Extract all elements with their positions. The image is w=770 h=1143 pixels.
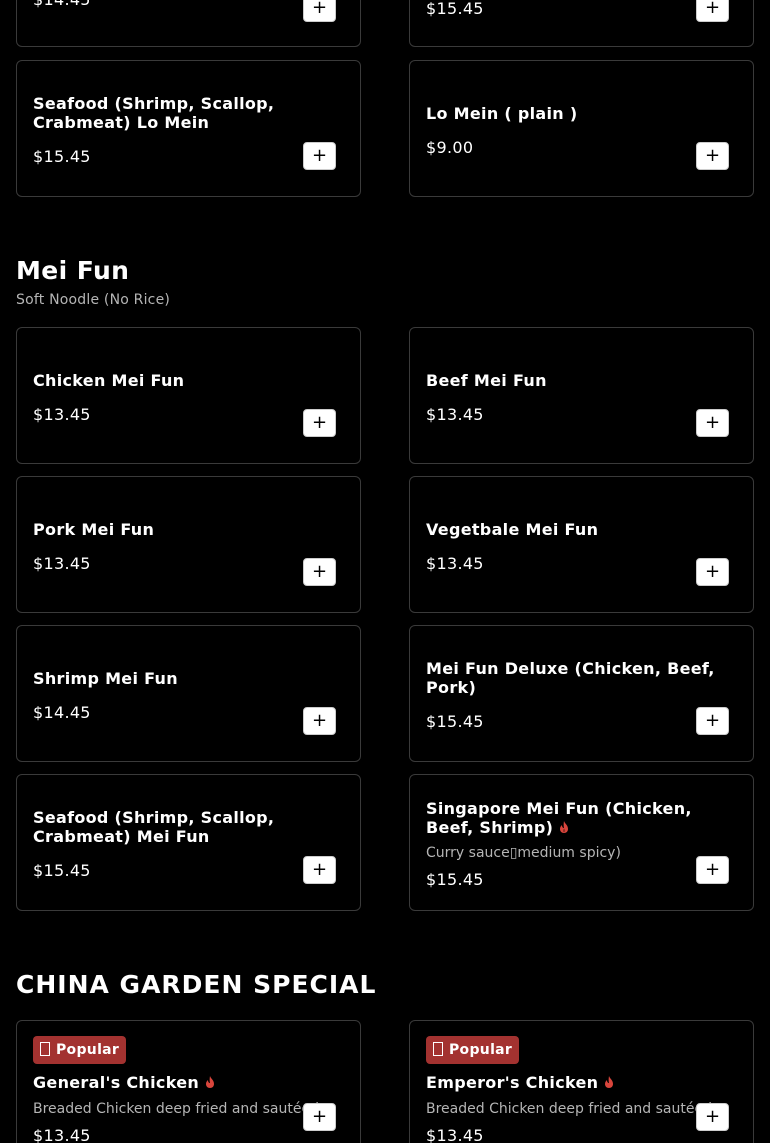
item-name: Lo Mein ( plain ) bbox=[426, 104, 578, 123]
add-to-cart-button[interactable]: + bbox=[303, 0, 336, 22]
item-price: $15.45 bbox=[426, 870, 484, 889]
add-to-cart-button[interactable]: + bbox=[303, 409, 336, 437]
item-price: $9.00 bbox=[426, 138, 474, 157]
menu-item-card[interactable]: $14.45 + bbox=[16, 0, 361, 47]
item-description: Breaded Chicken deep fried and sautéed..… bbox=[33, 1101, 330, 1117]
menu-item-card[interactable]: Popular Emperor's Chicken Breaded Chicke… bbox=[409, 1020, 754, 1143]
item-description: Breaded Chicken deep fried and sautéed..… bbox=[426, 1101, 723, 1117]
flame-icon bbox=[557, 819, 571, 838]
menu-item-card[interactable]: Chicken Mei Fun $13.45 + bbox=[16, 327, 361, 464]
section-subtitle: Soft Noodle (No Rice) bbox=[16, 292, 171, 308]
item-name: Emperor's Chicken bbox=[426, 1073, 737, 1093]
item-name: General's Chicken bbox=[33, 1073, 344, 1093]
item-price: $13.45 bbox=[33, 554, 91, 573]
add-to-cart-button[interactable]: + bbox=[696, 558, 729, 586]
popular-icon bbox=[40, 1042, 50, 1056]
popular-icon bbox=[433, 1042, 443, 1056]
item-price: $15.45 bbox=[33, 147, 91, 166]
item-price: $15.45 bbox=[33, 861, 91, 880]
section-title: Mei Fun bbox=[16, 256, 130, 285]
flame-icon bbox=[602, 1074, 616, 1093]
badge-label: Popular bbox=[449, 1042, 513, 1058]
add-to-cart-button[interactable]: + bbox=[696, 1103, 729, 1131]
menu-item-card[interactable]: Mei Fun Deluxe (Chicken, Beef, Pork) $15… bbox=[409, 625, 754, 762]
item-name: Singapore Mei Fun (Chicken, Beef, Shrimp… bbox=[426, 799, 737, 838]
add-to-cart-button[interactable]: + bbox=[696, 142, 729, 170]
item-price: $15.45 bbox=[426, 0, 484, 18]
add-to-cart-button[interactable]: + bbox=[303, 707, 336, 735]
section-title: CHINA GARDEN SPECIAL bbox=[16, 970, 377, 999]
item-description: Curry sauce▯medium spicy) bbox=[426, 845, 621, 861]
menu-item-card[interactable]: Shrimp Mei Fun $14.45 + bbox=[16, 625, 361, 762]
menu-item-card[interactable]: Lo Mein ( plain ) $9.00 + bbox=[409, 60, 754, 197]
menu-item-card[interactable]: $15.45 + bbox=[409, 0, 754, 47]
item-name: Seafood (Shrimp, Scallop, Crabmeat) Lo M… bbox=[33, 94, 275, 132]
menu-item-card[interactable]: Popular General's Chicken Breaded Chicke… bbox=[16, 1020, 361, 1143]
popular-badge: Popular bbox=[426, 1036, 520, 1064]
menu-item-card[interactable]: Vegetbale Mei Fun $13.45 + bbox=[409, 476, 754, 613]
item-name: Chicken Mei Fun bbox=[33, 371, 185, 390]
menu-item-card[interactable]: Singapore Mei Fun (Chicken, Beef, Shrimp… bbox=[409, 774, 754, 911]
add-to-cart-button[interactable]: + bbox=[303, 856, 336, 884]
item-price: $13.45 bbox=[33, 405, 91, 424]
item-price: $14.45 bbox=[33, 703, 91, 722]
menu-item-card[interactable]: Seafood (Shrimp, Scallop, Crabmeat) Lo M… bbox=[16, 60, 361, 197]
item-price: $14.45 bbox=[33, 0, 91, 9]
item-price: $15.45 bbox=[426, 712, 484, 731]
popular-badge: Popular bbox=[33, 1036, 127, 1064]
item-name-text: Emperor's Chicken bbox=[426, 1073, 599, 1092]
add-to-cart-button[interactable]: + bbox=[696, 856, 729, 884]
item-price: $13.45 bbox=[33, 1126, 91, 1143]
item-name: Seafood (Shrimp, Scallop, Crabmeat) Mei … bbox=[33, 808, 275, 846]
flame-icon bbox=[203, 1074, 217, 1093]
menu-item-card[interactable]: Pork Mei Fun $13.45 + bbox=[16, 476, 361, 613]
add-to-cart-button[interactable]: + bbox=[696, 707, 729, 735]
item-price: $13.45 bbox=[426, 554, 484, 573]
item-name: Beef Mei Fun bbox=[426, 371, 547, 390]
add-to-cart-button[interactable]: + bbox=[696, 409, 729, 437]
item-name: Shrimp Mei Fun bbox=[33, 669, 178, 688]
item-name: Vegetbale Mei Fun bbox=[426, 520, 599, 539]
badge-label: Popular bbox=[56, 1042, 120, 1058]
menu-item-card[interactable]: Seafood (Shrimp, Scallop, Crabmeat) Mei … bbox=[16, 774, 361, 911]
add-to-cart-button[interactable]: + bbox=[303, 558, 336, 586]
add-to-cart-button[interactable]: + bbox=[303, 142, 336, 170]
add-to-cart-button[interactable]: + bbox=[303, 1103, 336, 1131]
item-price: $13.45 bbox=[426, 1126, 484, 1143]
menu-item-card[interactable]: Beef Mei Fun $13.45 + bbox=[409, 327, 754, 464]
item-price: $13.45 bbox=[426, 405, 484, 424]
add-to-cart-button[interactable]: + bbox=[696, 0, 729, 22]
item-name-text: General's Chicken bbox=[33, 1073, 200, 1092]
item-name: Pork Mei Fun bbox=[33, 520, 155, 539]
item-name: Mei Fun Deluxe (Chicken, Beef, Pork) bbox=[426, 659, 715, 697]
